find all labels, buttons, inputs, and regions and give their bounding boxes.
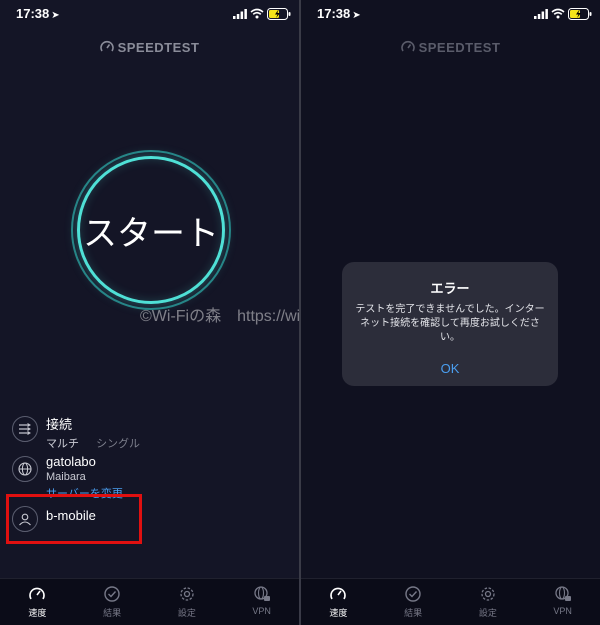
connections-icon [12,416,38,442]
wifi-icon [250,8,264,19]
tab-label-speed: 速度 [329,608,348,618]
status-bar: 17:38 ➤ [0,0,299,28]
gear-icon [481,587,495,601]
globe-lock-icon [554,586,571,601]
dialog-message: テストを完了できませんでした。インターネット接続を確認して再度お試しください。 [355,304,545,343]
connection-title: 接続 [46,417,73,432]
dialog-ok-button[interactable]: OK [342,350,558,386]
dialog-title: エラー [430,281,470,296]
tab-vpn[interactable]: VPN [224,579,299,625]
battery-icon [267,8,291,20]
speedtest-logo-icon [99,40,114,52]
battery-icon [568,8,592,20]
connection-option-multi[interactable]: マルチ [46,438,79,450]
check-circle-icon [104,586,120,602]
globe-icon [12,456,38,482]
tab-label-settings: 設定 [478,608,497,618]
tab-label-vpn: VPN [553,606,572,616]
gear-icon [180,587,194,601]
tab-bar: 速度 結果 設定 VPN [301,578,600,625]
tab-vpn[interactable]: VPN [525,579,600,625]
status-time: 17:38 ➤ [317,6,361,21]
tab-results[interactable]: 結果 [376,579,451,625]
speedtest-screen-left: 17:38 ➤ SPEEDTEST スタート 接続 マルチ シングル gatola… [0,0,299,625]
tab-label-settings: 設定 [177,608,196,618]
check-circle-icon [405,586,421,602]
tab-settings[interactable]: 設定 [150,579,225,625]
tab-results[interactable]: 結果 [75,579,150,625]
server-location: Maibara [46,471,86,483]
speed-gauge-icon [330,587,347,600]
tab-label-results: 結果 [404,608,423,618]
app-logo: SPEEDTEST [0,40,299,55]
highlight-annotation [6,494,142,544]
signal-icon [534,9,548,19]
globe-lock-icon [253,586,270,601]
watermark: ©Wi-Fiの森 https://wifi [140,308,299,325]
tab-speed[interactable]: 速度 [0,579,75,625]
speed-gauge-icon [29,587,46,600]
status-bar: 17:38 ➤ [301,0,600,28]
app-logo: SPEEDTEST [301,40,600,55]
speedtest-logo-icon [400,40,415,52]
tab-speed[interactable]: 速度 [301,579,376,625]
wifi-icon [551,8,565,19]
signal-icon [233,9,247,19]
error-dialog: エラー テストを完了できませんでした。インターネット接続を確認して再度お試しくだ… [342,262,558,386]
start-button[interactable]: スタート [71,150,231,310]
status-time: 17:38 ➤ [16,6,60,21]
connection-option-single[interactable]: シングル [96,438,140,450]
tab-label-vpn: VPN [252,606,271,616]
tab-label-results: 結果 [103,608,122,618]
speedtest-screen-right: 17:38 ➤ SPEEDTEST エラー テストを完了できませんでした。インター… [301,0,600,625]
tab-bar: 速度 結果 設定 VPN [0,578,299,625]
tab-label-speed: 速度 [28,608,47,618]
server-name: gatolabo [46,454,96,469]
tab-settings[interactable]: 設定 [451,579,526,625]
start-label: スタート [83,214,219,253]
